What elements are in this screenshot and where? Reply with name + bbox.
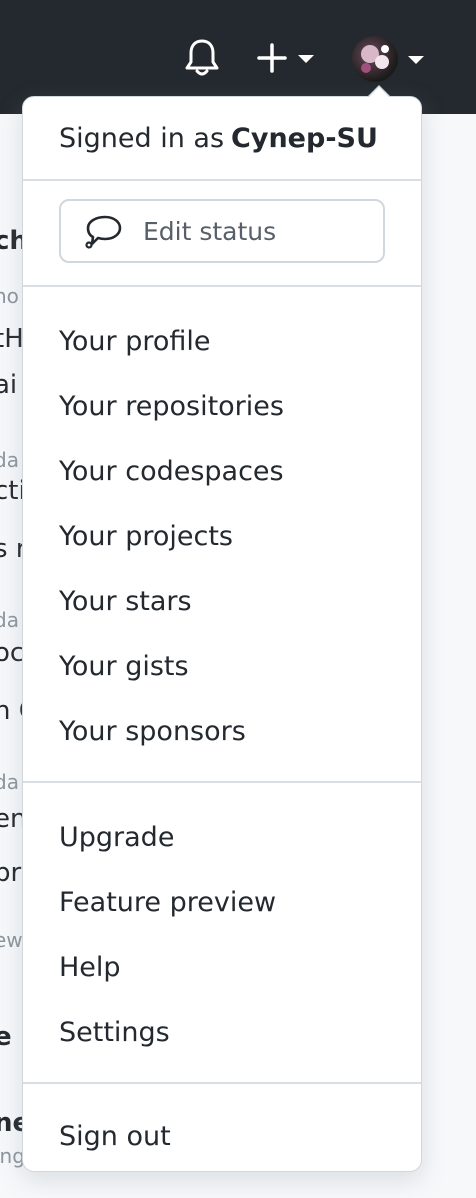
menu-item-feature-preview[interactable]: Feature preview: [23, 870, 421, 935]
extras-menu-section: Upgrade Feature preview Help Settings: [23, 783, 421, 1084]
menu-item-your-sponsors[interactable]: Your sponsors: [23, 699, 421, 764]
bell-icon: [185, 39, 219, 76]
signed-in-header: Signed in as Cynep-SU: [23, 97, 421, 181]
edit-status-label: Edit status: [143, 216, 277, 246]
menu-item-your-gists[interactable]: Your gists: [23, 634, 421, 699]
background-text-fragment: no: [0, 284, 19, 308]
status-section: Edit status: [23, 181, 421, 287]
menu-item-your-projects[interactable]: Your projects: [23, 504, 421, 569]
chevron-down-icon: [408, 56, 424, 64]
create-new-button[interactable]: [256, 38, 320, 78]
background-text-fragment: da: [0, 448, 19, 472]
account-menu-section: Your profile Your repositories Your codesp…: [23, 287, 421, 783]
background-text-fragment: pr: [0, 858, 22, 888]
menu-item-your-profile[interactable]: Your profile: [23, 309, 421, 374]
background-text-fragment: da: [0, 608, 19, 632]
avatar: [352, 36, 398, 82]
username: Cynep-SU: [231, 122, 378, 154]
background-text-fragment: tH: [0, 324, 24, 354]
signed-in-label: Signed in as: [59, 122, 225, 154]
speech-bubble-icon: [83, 213, 123, 249]
signout-section: Sign out: [23, 1084, 421, 1169]
menu-item-help[interactable]: Help: [23, 935, 421, 1000]
plus-icon: [257, 43, 287, 73]
background-text-fragment: da: [0, 770, 19, 794]
notifications-button[interactable]: [184, 38, 220, 78]
menu-item-upgrade[interactable]: Upgrade: [23, 805, 421, 870]
user-menu-button[interactable]: [352, 36, 428, 82]
background-text-fragment: oc: [0, 638, 25, 668]
edit-status-button[interactable]: Edit status: [59, 199, 385, 263]
background-text-fragment: e: [0, 1022, 12, 1052]
menu-item-your-repositories[interactable]: Your repositories: [23, 374, 421, 439]
sign-out-button[interactable]: Sign out: [23, 1104, 421, 1169]
user-dropdown-menu: Signed in as Cynep-SU Edit status Your p…: [22, 85, 422, 1172]
background-text-fragment: ew: [0, 928, 23, 952]
chevron-down-icon: [298, 55, 314, 63]
menu-item-your-stars[interactable]: Your stars: [23, 569, 421, 634]
background-text-fragment: ai: [0, 370, 18, 400]
menu-item-your-codespaces[interactable]: Your codespaces: [23, 439, 421, 504]
menu-item-settings[interactable]: Settings: [23, 1000, 421, 1065]
